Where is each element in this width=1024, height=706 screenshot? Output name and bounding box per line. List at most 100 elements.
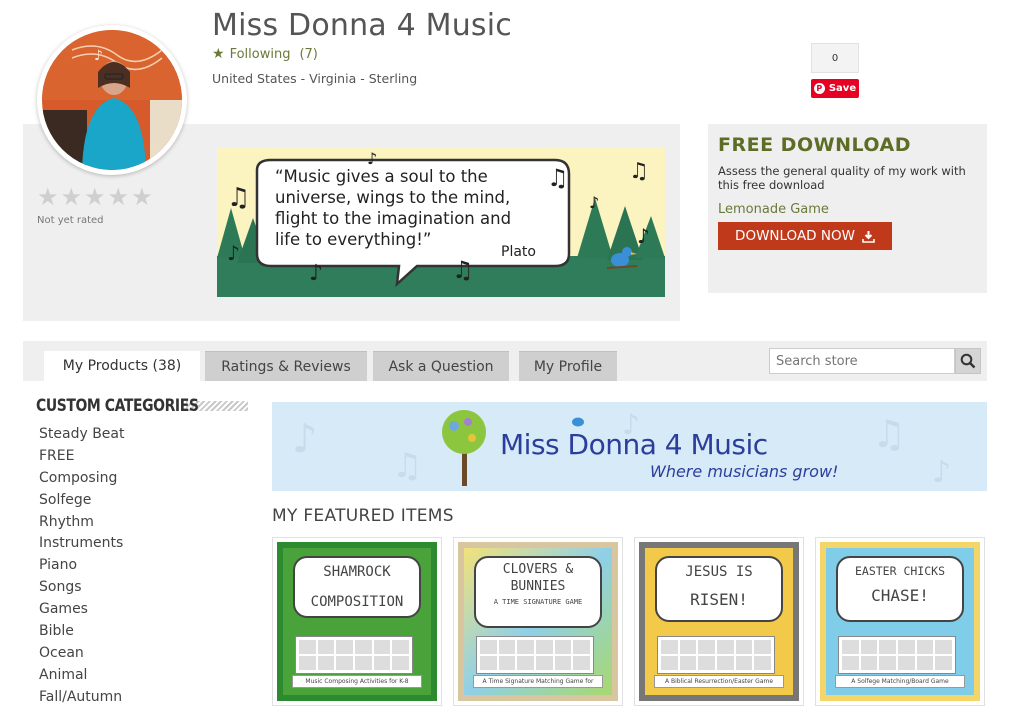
cover-caption: A Time Signature Matching Game for [473, 675, 603, 688]
svg-text:♫: ♫ [872, 412, 906, 456]
quote-line: life to everything!” [275, 230, 432, 249]
category-item[interactable]: FREE [39, 446, 124, 468]
featured-item[interactable]: EASTER CHICKS CHASE! A Solfege Matching/… [815, 537, 985, 706]
category-item[interactable]: Games [39, 599, 124, 621]
empty-star-icon: ★ [84, 183, 106, 211]
cover-game-board [657, 636, 775, 674]
empty-star-icon: ★ [107, 183, 130, 211]
svg-text:♪: ♪ [932, 455, 951, 490]
store-location: United States - Virginia - Sterling [212, 71, 418, 86]
cover-title-line: CHASE! [871, 586, 929, 605]
tab-ask-question[interactable]: Ask a Question [373, 351, 509, 381]
store-banner-name: Miss Donna 4 Music [500, 428, 768, 461]
tab-my-profile[interactable]: My Profile [519, 351, 617, 381]
tab-my-products[interactable]: My Products (38) [44, 351, 200, 381]
cover-title-bubble: SHAMROCK COMPOSITION [293, 556, 421, 618]
store-banner-tagline: Where musicians grow! [650, 462, 839, 481]
cover-game-cards [476, 636, 594, 674]
svg-text:♪: ♪ [227, 241, 240, 265]
cover-title-bubble: CLOVERS & BUNNIES A TIME SIGNATURE GAME [474, 556, 602, 628]
featured-item[interactable]: JESUS IS RISEN! A Biblical Resurrection/… [634, 537, 804, 706]
quote-line: “Music gives a soul to the [275, 167, 488, 186]
cover-title-line: JESUS IS [685, 564, 753, 580]
featured-item[interactable]: CLOVERS & BUNNIES A TIME SIGNATURE GAME … [453, 537, 623, 706]
svg-text:♫: ♫ [629, 159, 649, 184]
svg-text:♫: ♫ [227, 183, 250, 213]
category-item[interactable]: Bible [39, 621, 124, 643]
tab-ratings-reviews[interactable]: Ratings & Reviews [205, 351, 367, 381]
save-label: Save [828, 83, 857, 94]
quote-banner: ♫ ♫ ♫ ♪ ♪ ♪ ♫ ♪ ♪ “Music gives a soul to… [217, 148, 665, 297]
pinterest-save-button[interactable]: P Save [811, 79, 859, 98]
svg-text:♪: ♪ [637, 224, 650, 248]
free-download-description: Assess the general quality of my work wi… [718, 164, 966, 192]
avatar-photo: ♪ [42, 30, 182, 170]
quote-text: “Music gives a soul to the universe, win… [275, 166, 565, 260]
product-cover: CLOVERS & BUNNIES A TIME SIGNATURE GAME … [458, 542, 618, 701]
quote-line: universe, wings to the mind, [275, 188, 511, 207]
download-now-button[interactable]: DOWNLOAD NOW [718, 222, 892, 250]
featured-items-heading: MY FEATURED ITEMS [272, 506, 454, 526]
cover-title-line: SHAMROCK [323, 564, 391, 580]
cover-caption: A Solfege Matching/Board Game [835, 675, 965, 688]
category-item[interactable]: Composing [39, 468, 124, 490]
cover-title-line: RISEN! [690, 590, 748, 609]
category-item[interactable]: Fall/Autumn [39, 687, 124, 706]
following-count: (7) [299, 46, 318, 62]
not-rated-label: Not yet rated [37, 215, 104, 226]
cover-title-line: BUNNIES [510, 579, 566, 594]
search-store-input[interactable] [769, 348, 955, 374]
product-cover: JESUS IS RISEN! A Biblical Resurrection/… [639, 542, 799, 701]
svg-text:♫: ♫ [452, 256, 474, 284]
category-item[interactable]: Ocean [39, 643, 124, 665]
store-tabbar: My Products (38) Ratings & Reviews Ask a… [23, 341, 987, 381]
store-banner: ♪ ♫ ♫ ♪ ♪ Miss Donna 4 Music Where music… [272, 402, 987, 491]
star-icon: ★ [212, 46, 225, 62]
store-avatar[interactable]: ♪ [37, 25, 187, 175]
cover-game-board [838, 636, 956, 674]
following-label: Following [229, 46, 291, 62]
cover-caption: Music Composing Activities for K-8 [292, 675, 422, 688]
free-download-title: FREE DOWNLOAD [718, 134, 912, 156]
free-download-panel: FREE DOWNLOAD Assess the general quality… [708, 124, 987, 293]
featured-item[interactable]: SHAMROCK COMPOSITION Music Composing Act… [272, 537, 442, 706]
svg-text:♪: ♪ [309, 261, 323, 286]
category-list: Steady Beat FREE Composing Solfege Rhyth… [39, 424, 124, 706]
pinterest-icon: P [813, 83, 825, 94]
svg-text:♫: ♫ [392, 446, 422, 486]
empty-star-icon: ★ [131, 183, 153, 211]
custom-categories-heading: CUSTOM CATEGORIES [36, 396, 248, 416]
product-cover: SHAMROCK COMPOSITION Music Composing Act… [277, 542, 437, 701]
category-item[interactable]: Songs [39, 577, 124, 599]
rating-stars: ★ ★ ★ ★ ★ [37, 185, 153, 209]
cover-title-line: COMPOSITION [310, 594, 404, 610]
category-item[interactable]: Instruments [39, 533, 124, 555]
cover-title-line: EASTER CHICKS [854, 564, 945, 578]
svg-text:♪: ♪ [94, 48, 103, 64]
product-cover: EASTER CHICKS CHASE! A Solfege Matching/… [820, 542, 980, 701]
download-label: DOWNLOAD NOW [735, 228, 855, 244]
cover-caption: A Biblical Resurrection/Easter Game [654, 675, 784, 688]
category-item[interactable]: Rhythm [39, 512, 124, 534]
category-item[interactable]: Animal [39, 665, 124, 687]
empty-star-icon: ★ [37, 183, 59, 211]
following-link[interactable]: ★ Following (7) [212, 46, 318, 62]
store-title: Miss Donna 4 Music [212, 8, 512, 43]
custom-categories-title: CUSTOM CATEGORIES [36, 396, 199, 416]
cover-game-cards [295, 636, 413, 674]
empty-star-icon: ★ [60, 183, 83, 211]
store-page: Miss Donna 4 Music ★ Following (7) Unite… [0, 0, 1024, 706]
pin-count: 0 [811, 43, 859, 73]
quote-author: Plato [501, 244, 536, 260]
free-product-link[interactable]: Lemonade Game [718, 202, 977, 217]
cover-title-line: CLOVERS & [502, 562, 574, 577]
cover-subtitle: A TIME SIGNATURE GAME [493, 598, 583, 606]
svg-text:♪: ♪ [292, 416, 318, 462]
search-button[interactable] [955, 348, 981, 374]
category-item[interactable]: Solfege [39, 490, 124, 512]
quote-line: flight to the imagination and [275, 209, 512, 228]
category-item[interactable]: Piano [39, 555, 124, 577]
category-item[interactable]: Steady Beat [39, 424, 124, 446]
cover-title-bubble: EASTER CHICKS CHASE! [836, 556, 964, 622]
download-icon [862, 230, 875, 243]
